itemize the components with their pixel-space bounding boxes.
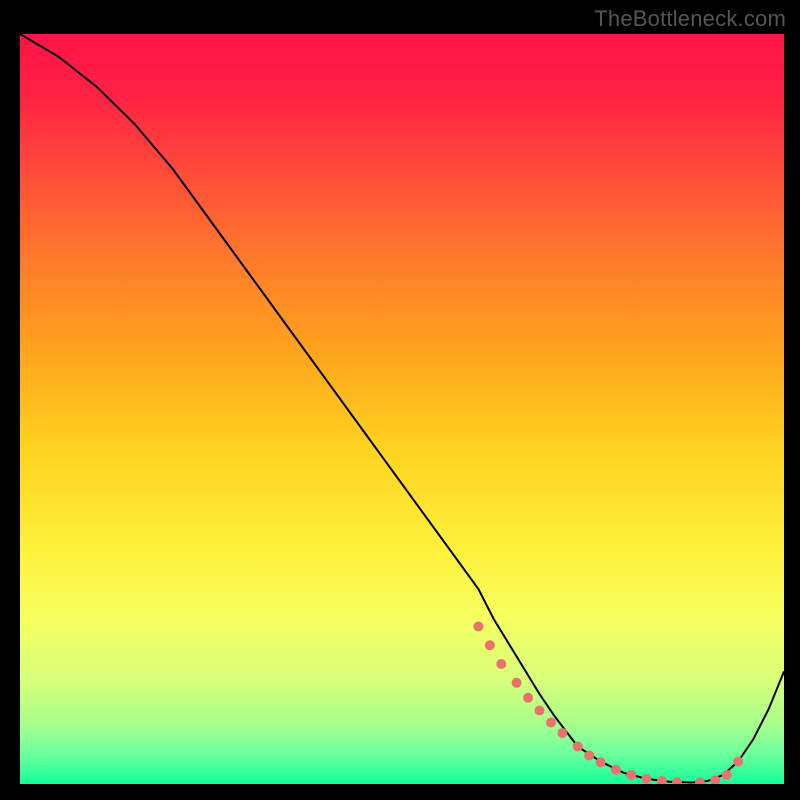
marker-dot (485, 640, 495, 650)
marker-dot (512, 678, 522, 688)
plot-svg (20, 34, 784, 784)
marker-dot (733, 757, 743, 767)
watermark-text: TheBottleneck.com (594, 6, 786, 32)
gradient-rect (20, 34, 784, 784)
marker-dot (596, 757, 606, 767)
marker-dot (573, 742, 583, 752)
marker-dot (584, 751, 594, 761)
marker-dot (557, 728, 567, 738)
marker-dot (535, 706, 545, 716)
marker-dot (473, 622, 483, 632)
marker-dot (626, 770, 636, 780)
marker-dot (546, 718, 556, 728)
marker-dot (523, 693, 533, 703)
marker-dot (642, 774, 652, 784)
marker-dot (611, 765, 621, 775)
marker-dot (722, 770, 732, 780)
plot-area (20, 34, 784, 784)
marker-dot (496, 659, 506, 669)
chart-frame: TheBottleneck.com (0, 0, 800, 800)
